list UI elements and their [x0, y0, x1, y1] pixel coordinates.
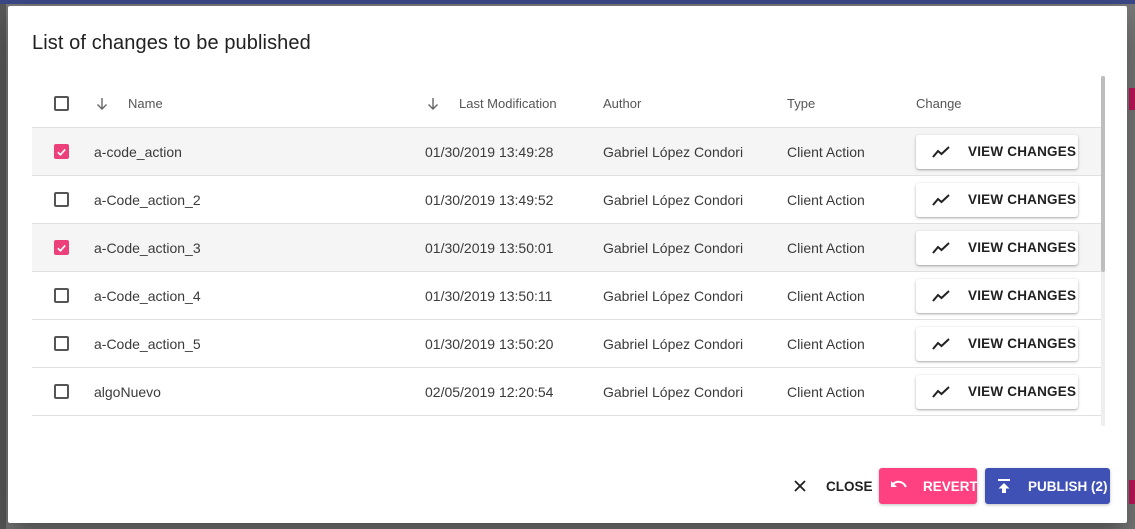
header-last-modification-label: Last Modification — [459, 96, 557, 111]
header-type: Type — [787, 96, 816, 111]
check-icon — [57, 148, 66, 156]
trending-line-icon — [932, 193, 950, 207]
view-changes-label: VIEW CHANGES — [968, 384, 1077, 399]
trending-line-icon — [932, 289, 950, 303]
row-author: Gabriel López Condori — [603, 383, 744, 400]
row-name: a-Code_action_4 — [94, 287, 201, 304]
row-author: Gabriel López Condori — [603, 239, 744, 256]
table-header-row: Name Last Modification Author Type Chang… — [32, 80, 1102, 128]
table-row[interactable]: algoNuevo 02/05/2019 12:20:54 Gabriel Lópe… — [32, 368, 1102, 416]
row-author: Gabriel López Condori — [603, 335, 744, 352]
row-change-cell: VIEW CHANGES — [916, 128, 1086, 175]
revert-button[interactable]: REVERT — [879, 468, 978, 504]
select-all-checkbox[interactable] — [54, 96, 69, 111]
row-name: a-Code_action_3 — [94, 239, 201, 256]
row-last-modification: 01/30/2019 13:50:01 — [425, 239, 554, 256]
arrow-down-icon[interactable] — [94, 96, 110, 112]
view-changes-button[interactable]: VIEW CHANGES — [916, 278, 1078, 313]
row-select-cell — [54, 272, 78, 319]
trending-line-icon — [932, 337, 950, 351]
header-author: Author — [603, 96, 642, 111]
view-changes-button[interactable]: VIEW CHANGES — [916, 374, 1078, 409]
header-change: Change — [916, 96, 962, 111]
view-changes-button[interactable]: VIEW CHANGES — [916, 230, 1078, 265]
backdrop-top-edge — [0, 0, 1135, 4]
row-type: Client Action — [787, 191, 865, 208]
undo-icon — [889, 479, 909, 493]
header-name-label: Name — [128, 96, 163, 111]
row-checkbox[interactable] — [54, 192, 69, 207]
row-type: Client Action — [787, 143, 865, 160]
header-name[interactable]: Name — [94, 80, 414, 127]
view-changes-button[interactable]: VIEW CHANGES — [916, 182, 1078, 217]
row-name: a-Code_action_5 — [94, 335, 201, 352]
row-type: Client Action — [787, 383, 865, 400]
arrow-down-icon[interactable] — [425, 96, 441, 112]
row-checkbox[interactable] — [54, 288, 69, 303]
row-name: a-code_action — [94, 143, 182, 160]
table-row[interactable]: a-Code_action_3 01/30/2019 13:50:01 Gabrie… — [32, 224, 1102, 272]
row-checkbox[interactable] — [54, 384, 69, 399]
view-changes-label: VIEW CHANGES — [968, 192, 1077, 207]
row-select-cell — [54, 368, 78, 415]
row-change-cell: VIEW CHANGES — [916, 368, 1086, 415]
publish-upload-icon — [997, 478, 1011, 494]
view-changes-label: VIEW CHANGES — [968, 288, 1077, 303]
row-author: Gabriel López Condori — [603, 191, 744, 208]
changes-table: Name Last Modification Author Type Chang… — [32, 80, 1108, 426]
table-scrollbar[interactable] — [1101, 76, 1105, 426]
row-author: Gabriel López Condori — [603, 287, 744, 304]
row-type: Client Action — [787, 287, 865, 304]
row-name: a-Code_action_2 — [94, 191, 201, 208]
header-last-modification[interactable]: Last Modification — [425, 80, 595, 127]
view-changes-button[interactable]: VIEW CHANGES — [916, 326, 1078, 361]
row-select-cell — [54, 128, 78, 175]
check-icon — [57, 244, 66, 252]
row-select-cell — [54, 320, 78, 367]
row-change-cell: VIEW CHANGES — [916, 224, 1086, 271]
row-type: Client Action — [787, 239, 865, 256]
row-change-cell: VIEW CHANGES — [916, 272, 1086, 319]
view-changes-label: VIEW CHANGES — [968, 240, 1077, 255]
publish-button-label: PUBLISH (2) — [1028, 478, 1108, 494]
row-select-cell — [54, 176, 78, 223]
row-change-cell: VIEW CHANGES — [916, 176, 1086, 223]
row-type: Client Action — [787, 335, 865, 352]
backdrop-edge — [0, 0, 6, 529]
select-all-cell — [54, 80, 78, 127]
publish-button[interactable]: PUBLISH (2) — [985, 468, 1110, 504]
revert-button-label: REVERT — [923, 478, 978, 494]
row-last-modification: 02/05/2019 12:20:54 — [425, 383, 554, 400]
row-last-modification: 01/30/2019 13:50:20 — [425, 335, 554, 352]
row-author: Gabriel López Condori — [603, 143, 744, 160]
dialog-title: List of changes to be published — [32, 32, 311, 54]
view-changes-label: VIEW CHANGES — [968, 336, 1077, 351]
trending-line-icon — [932, 241, 950, 255]
close-button-label: CLOSE — [826, 478, 873, 494]
row-name: algoNuevo — [94, 383, 161, 400]
view-changes-button[interactable]: VIEW CHANGES — [916, 134, 1078, 169]
table-row[interactable]: a-Code_action_2 01/30/2019 13:49:52 Gabrie… — [32, 176, 1102, 224]
close-icon — [792, 478, 808, 494]
row-checkbox[interactable] — [54, 144, 69, 159]
row-select-cell — [54, 224, 78, 271]
row-checkbox[interactable] — [54, 336, 69, 351]
close-button[interactable]: CLOSE — [784, 468, 873, 504]
row-last-modification: 01/30/2019 13:50:11 — [425, 287, 553, 304]
trending-line-icon — [932, 385, 950, 399]
row-change-cell: VIEW CHANGES — [916, 320, 1086, 367]
trending-line-icon — [932, 145, 950, 159]
scrollbar-thumb[interactable] — [1101, 76, 1105, 272]
view-changes-label: VIEW CHANGES — [968, 144, 1077, 159]
table-row[interactable]: a-code_action 01/30/2019 13:49:28 Gabriel … — [32, 128, 1102, 176]
table-row[interactable]: a-Code_action_4 01/30/2019 13:50:11 Gabrie… — [32, 272, 1102, 320]
row-checkbox[interactable] — [54, 240, 69, 255]
table-row[interactable]: a-Code_action_5 01/30/2019 13:50:20 Gabrie… — [32, 320, 1102, 368]
row-last-modification: 01/30/2019 13:49:28 — [425, 143, 554, 160]
backdrop-accent — [1129, 480, 1135, 504]
publish-changes-dialog: List of changes to be published Name Las… — [8, 6, 1127, 523]
backdrop-accent — [1129, 88, 1135, 110]
row-last-modification: 01/30/2019 13:49:52 — [425, 191, 554, 208]
